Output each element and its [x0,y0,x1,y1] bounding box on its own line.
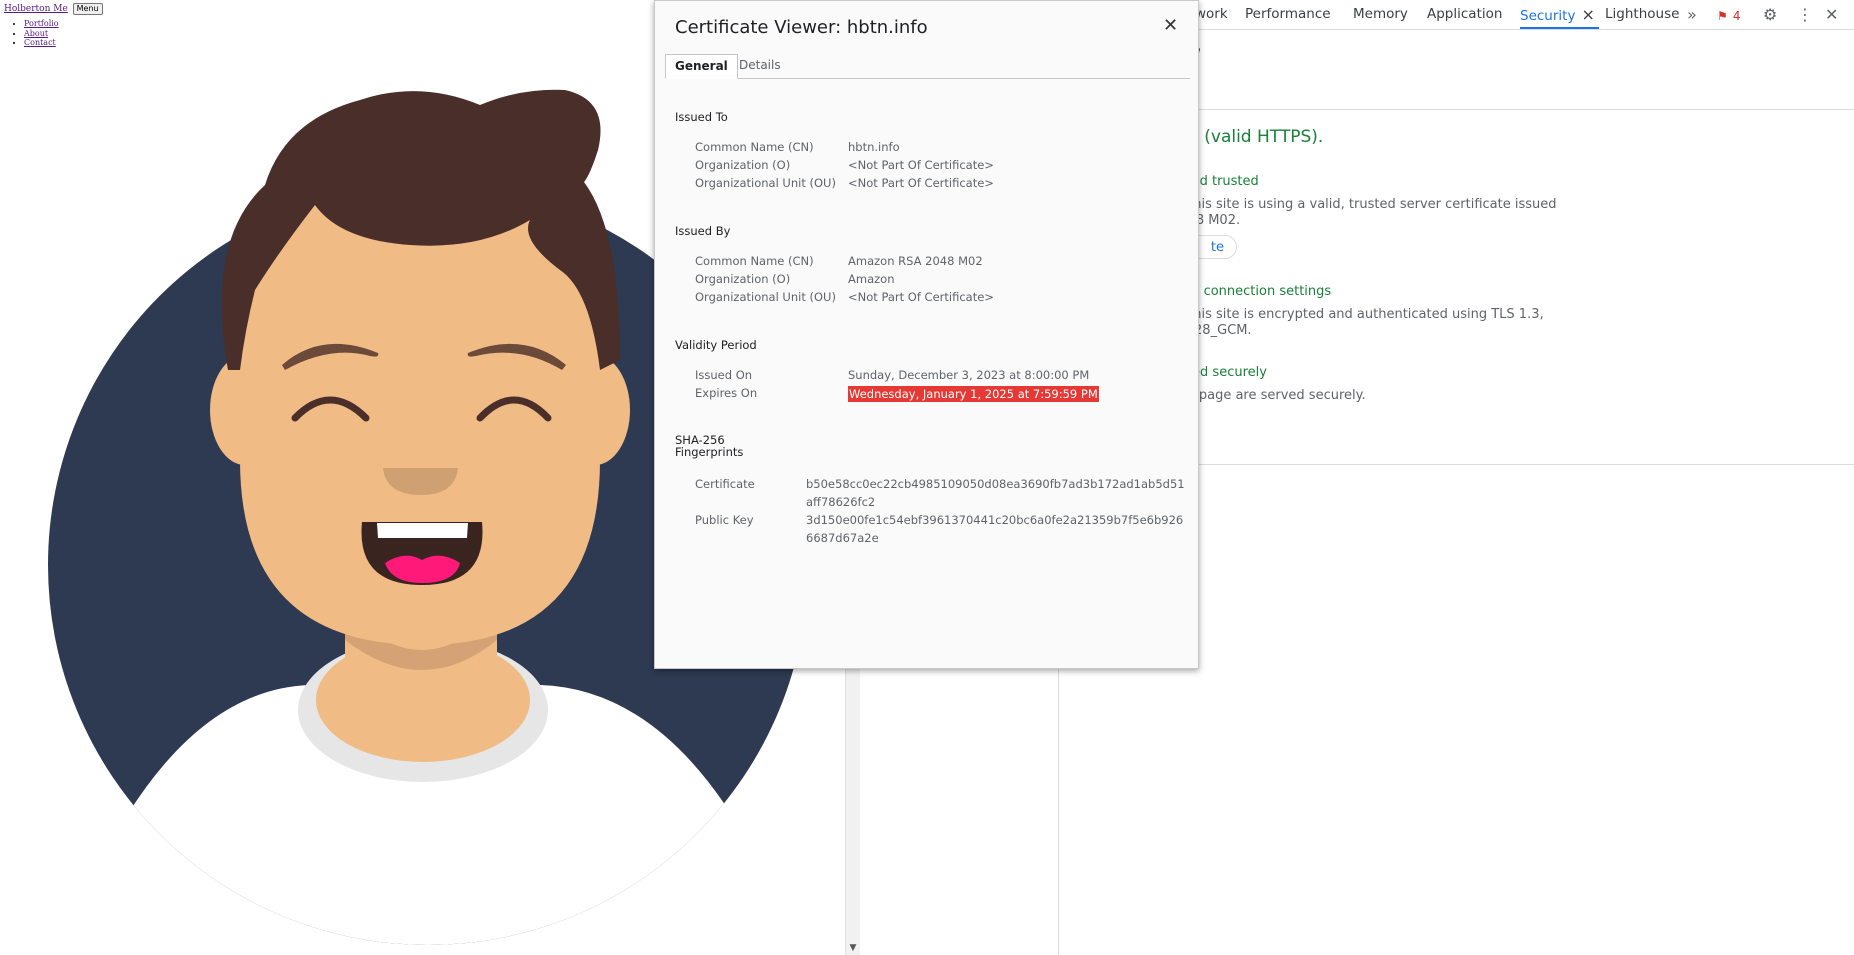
field-label: Organization (O) [695,272,791,286]
site-header: Holberton Me Menu [4,3,103,15]
tab-security[interactable]: Security × [1520,0,1599,29]
fingerprint-public-key-label: Public Key [695,513,754,527]
field-value: Amazon [848,272,895,286]
expires-on-value: Wednesday, January 1, 2025 at 7:59:59 PM [848,386,1099,402]
fingerprints-heading-line2: Fingerprints [675,445,744,459]
issued-by-heading: Issued By [675,224,731,238]
tab-details[interactable]: Details [730,54,790,78]
chevrons-right-icon[interactable]: » [1687,0,1697,29]
site-nav-list: Portfolio About Contact [12,19,59,48]
field-label: Organizational Unit (OU) [695,176,836,190]
fingerprint-certificate-label: Certificate [695,477,755,491]
gear-icon[interactable]: ⚙ [1763,0,1777,29]
resources-status-desc: this page are served securely. [1171,388,1366,403]
menu-button[interactable]: Menu [72,3,103,15]
tab-memory[interactable]: Memory [1353,0,1408,29]
tab-general[interactable]: General [665,54,738,79]
field-label: Common Name (CN) [695,140,814,154]
tab-application[interactable]: Application [1427,0,1502,29]
error-count-badge[interactable]: ⚑ 4 [1717,0,1741,29]
nav-link-contact[interactable]: Contact [24,38,56,47]
field-value: <Not Part Of Certificate> [848,176,994,190]
kebab-menu-icon[interactable]: ⋮ [1797,0,1813,29]
tab-security-label: Security [1520,8,1576,24]
field-value: Amazon RSA 2048 M02 [848,254,983,268]
nav-link-about[interactable]: About [24,29,48,38]
certificate-status-desc: to this site is using a valid, trusted s… [1171,197,1557,228]
field-label: Organization (O) [695,158,791,172]
close-icon[interactable]: ✕ [1163,15,1178,36]
connection-status-desc: to this site is encrypted and authentica… [1171,307,1544,338]
brand-link[interactable]: Holberton Me [4,4,68,14]
field-label: Common Name (CN) [695,254,814,268]
tab-performance[interactable]: Performance [1245,0,1331,29]
nav-item: About [24,29,59,39]
field-value: hbtn.info [848,140,900,154]
close-icon[interactable]: ✕ [1825,0,1838,29]
scroll-down-arrow-icon[interactable]: ▼ [846,943,860,953]
field-label: Organizational Unit (OU) [695,290,836,304]
tab-network[interactable]: work [1195,0,1228,29]
issued-on-label: Issued On [695,368,753,382]
close-tab-icon[interactable]: × [1581,5,1594,24]
nav-item: Contact [24,38,59,48]
field-value: <Not Part Of Certificate> [848,290,994,304]
nav-item: Portfolio [24,19,59,29]
field-value: <Not Part Of Certificate> [848,158,994,172]
certificate-tabs: General Details [665,54,1190,79]
certificate-viewer-dialog: Certificate Viewer: hbtn.info ✕ General … [654,0,1199,669]
error-count: 4 [1732,9,1741,23]
expires-on-label: Expires On [695,386,758,400]
fingerprints-heading: SHA-256 Fingerprints [675,434,743,458]
error-flag-icon: ⚑ [1717,9,1728,23]
issued-on-value: Sunday, December 3, 2023 at 8:00:00 PM [848,368,1090,382]
fingerprint-public-key-value: 3d150e00fe1c54ebf3961370441c20bc6a0fe2a2… [806,513,1184,545]
nav-link-portfolio[interactable]: Portfolio [24,19,59,28]
issued-to-heading: Issued To [675,110,728,124]
tab-lighthouse[interactable]: Lighthouse [1605,0,1679,29]
fingerprint-certificate-value: b50e58cc0ec22cb4985109050d08ea3690fb7ad3… [806,477,1185,509]
dialog-title: Certificate Viewer: hbtn.info [675,17,928,38]
validity-heading: Validity Period [675,338,757,352]
